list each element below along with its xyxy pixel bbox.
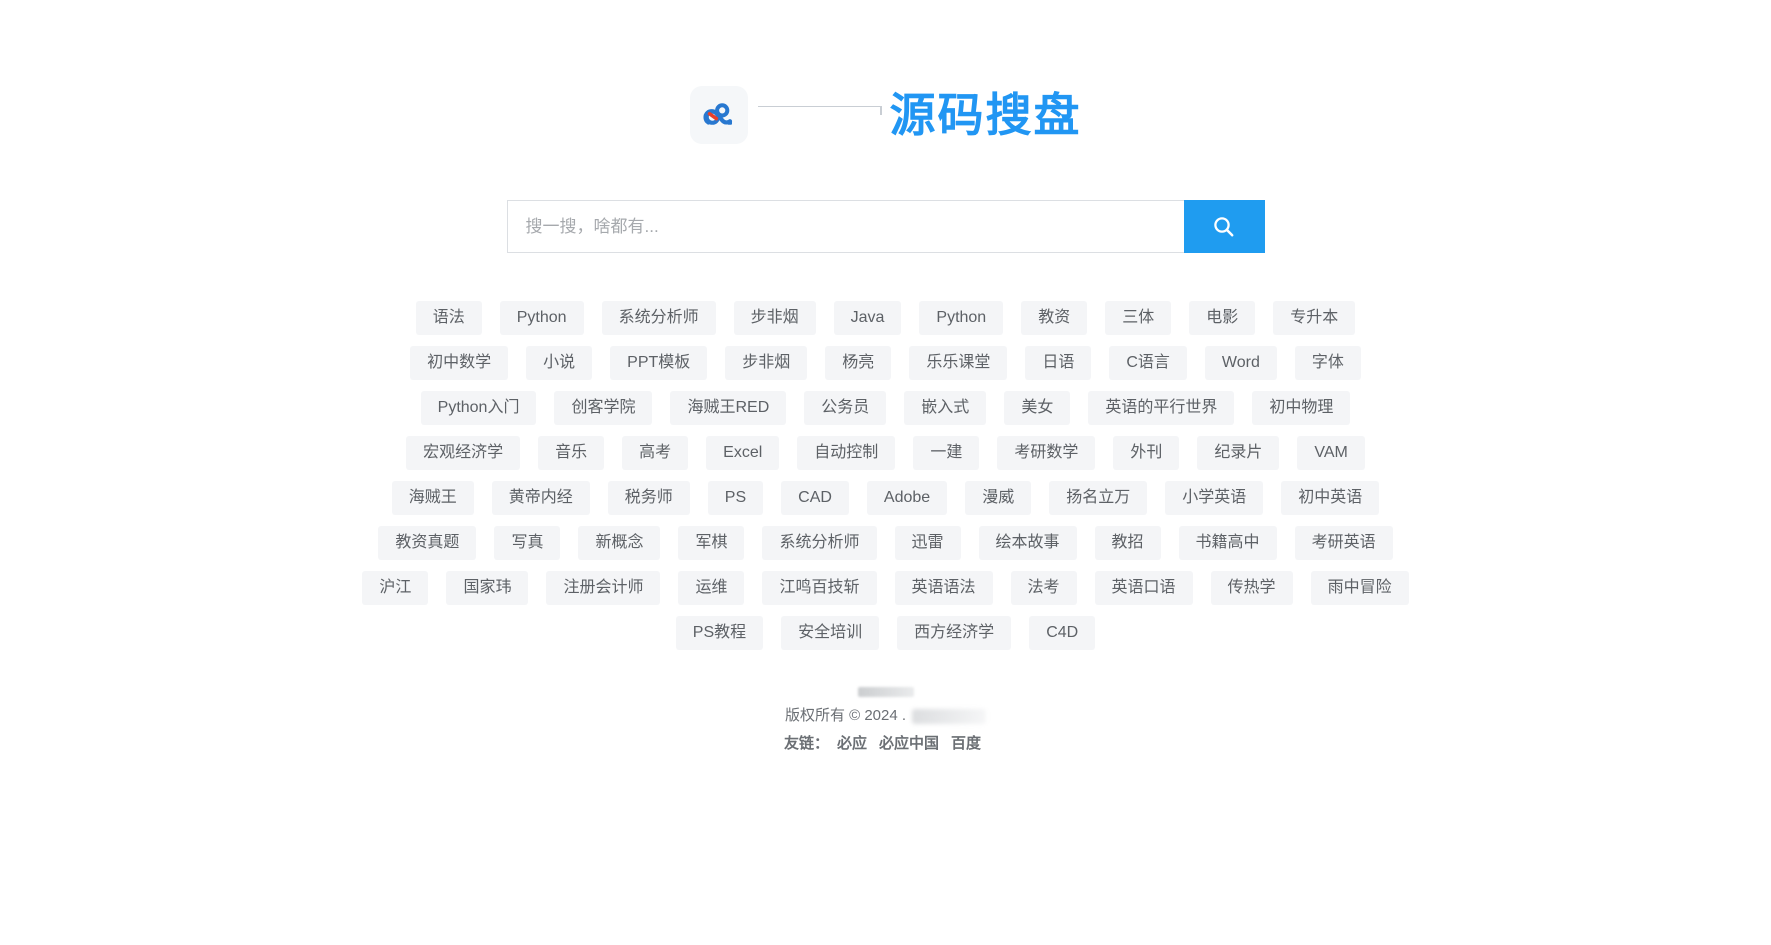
page-footer: 版权所有 © 2024 . 友链： 必应 必应中国 百度: [784, 687, 987, 757]
keyword-tag[interactable]: 日语: [1025, 346, 1092, 380]
keyword-tag[interactable]: 考研英语: [1294, 526, 1393, 560]
keyword-tag[interactable]: 自动控制: [797, 436, 896, 470]
keyword-tag[interactable]: 税务师: [607, 481, 690, 515]
keyword-tag[interactable]: Adobe: [866, 481, 948, 515]
footer-copyright: 版权所有 © 2024 .: [784, 703, 987, 729]
keyword-tag[interactable]: C4D: [1029, 616, 1096, 650]
tag-row: 沪江 国家玮 注册会计师 运维 江鸣百技斩 英语语法 法考 英语口语 传热学 雨中冒险: [353, 571, 1417, 605]
keyword-tag[interactable]: 海贼王RED: [670, 391, 787, 425]
keyword-tag[interactable]: VAM: [1297, 436, 1365, 470]
keyword-tag[interactable]: 绘本故事: [978, 526, 1077, 560]
keyword-tag[interactable]: 系统分析师: [762, 526, 877, 560]
keyword-tag[interactable]: 英语的平行世界: [1088, 391, 1235, 425]
keyword-tag[interactable]: 运维: [678, 571, 745, 605]
keyword-tag[interactable]: Excel: [706, 436, 780, 470]
keyword-tag[interactable]: 小学英语: [1165, 481, 1264, 515]
keyword-tag[interactable]: 初中物理: [1252, 391, 1351, 425]
keyword-tag[interactable]: 高考: [622, 436, 689, 470]
keyword-tag[interactable]: 漫威: [965, 481, 1032, 515]
keyword-tag[interactable]: 三体: [1105, 301, 1172, 335]
keyword-tag[interactable]: PS教程: [675, 616, 764, 650]
keyword-tag[interactable]: 教招: [1094, 526, 1161, 560]
search-input[interactable]: [506, 200, 1184, 253]
keyword-tag[interactable]: 考研数学: [997, 436, 1096, 470]
page-title: 源码搜盘: [889, 88, 1082, 142]
keyword-tag[interactable]: Python入门: [420, 391, 537, 425]
keyword-tag[interactable]: 专升本: [1273, 301, 1356, 335]
keyword-tag[interactable]: 语法: [415, 301, 482, 335]
tag-row: 教资真题 写真 新概念 军棋 系统分析师 迅雷 绘本故事 教招 书籍高中 考研英语: [369, 526, 1401, 560]
footer-links-label: 友链：: [783, 735, 829, 752]
keyword-tag[interactable]: 西方经济学: [897, 616, 1012, 650]
keyword-tag[interactable]: 注册会计师: [546, 571, 661, 605]
keyword-tag[interactable]: Python: [919, 301, 1004, 335]
tag-row: 宏观经济学 音乐 高考 Excel 自动控制 一建 考研数学 外刊 纪录片 VAM: [397, 436, 1374, 470]
tag-row: PS教程 安全培训 西方经济学 C4D: [667, 616, 1104, 650]
footer-link[interactable]: 必应中国: [879, 731, 939, 757]
keyword-tag[interactable]: 传热学: [1210, 571, 1293, 605]
keyword-tag[interactable]: 英语口语: [1094, 571, 1193, 605]
tag-row: 语法 Python 系统分析师 步非烟 Java Python 教资 三体 电影 专升本: [407, 301, 1365, 335]
search-button[interactable]: [1183, 200, 1265, 253]
keyword-tag[interactable]: 写真: [494, 526, 561, 560]
keyword-tag[interactable]: 电影: [1189, 301, 1256, 335]
keyword-tag[interactable]: 教资真题: [378, 526, 477, 560]
keyword-tag[interactable]: 乐乐课堂: [909, 346, 1008, 380]
tag-row: Python入门 创客学院 海贼王RED 公务员 嵌入式 美女 英语的平行世界 初中物理: [412, 391, 1360, 425]
footer-redacted-mark: [857, 687, 914, 697]
keyword-tag[interactable]: 雨中冒险: [1310, 571, 1409, 605]
keyword-tag[interactable]: 美女: [1004, 391, 1071, 425]
keyword-tag[interactable]: 系统分析师: [601, 301, 716, 335]
tag-row: 海贼王 黄帝内经 税务师 PS CAD Adobe 漫威 扬名立万 小学英语 初中英语: [383, 481, 1389, 515]
keyword-tag[interactable]: 纪录片: [1197, 436, 1280, 470]
keyword-tag[interactable]: 创客学院: [554, 391, 653, 425]
keyword-tag[interactable]: 公务员: [804, 391, 887, 425]
keyword-tag[interactable]: 迅雷: [894, 526, 961, 560]
keyword-tag[interactable]: C语言: [1109, 346, 1187, 380]
keyword-tag[interactable]: PPT模板: [610, 346, 708, 380]
hot-keyword-tag-cloud: 语法 Python 系统分析师 步非烟 Java Python 教资 三体 电影 专升本 初中数学小…: [296, 301, 1476, 661]
keyword-tag[interactable]: 黄帝内经: [491, 481, 590, 515]
keyword-tag[interactable]: 音乐: [538, 436, 605, 470]
keyword-tag[interactable]: PS: [707, 481, 764, 515]
keyword-tag[interactable]: 宏观经济学: [406, 436, 521, 470]
keyword-tag[interactable]: 国家玮: [446, 571, 529, 605]
keyword-tag[interactable]: Python: [499, 301, 584, 335]
keyword-tag[interactable]: 江鸣百技斩: [762, 571, 877, 605]
footer-copyright-text: 版权所有 © 2024 .: [784, 707, 907, 724]
footer-link[interactable]: 必应: [837, 731, 867, 757]
keyword-tag[interactable]: 嵌入式: [904, 391, 987, 425]
keyword-tag[interactable]: 扬名立万: [1049, 481, 1148, 515]
keyword-tag[interactable]: 新概念: [578, 526, 661, 560]
keyword-tag[interactable]: 小说: [526, 346, 593, 380]
keyword-tag[interactable]: 法考: [1010, 571, 1077, 605]
keyword-tag[interactable]: 军棋: [678, 526, 745, 560]
brand-divider-line: [757, 105, 882, 115]
keyword-tag[interactable]: Word: [1204, 346, 1277, 380]
keyword-tag[interactable]: 字体: [1294, 346, 1361, 380]
keyword-tag[interactable]: 步非烟: [733, 301, 816, 335]
keyword-tag[interactable]: 步非烟: [725, 346, 808, 380]
keyword-tag[interactable]: CAD: [781, 481, 849, 515]
keyword-tag[interactable]: 初中英语: [1281, 481, 1380, 515]
search-bar: [506, 200, 1265, 253]
tag-row: 初中数学 小说 PPT模板 步非烟 杨亮 乐乐课堂 日语 C语言 Word 字体: [401, 346, 1370, 380]
keyword-tag[interactable]: 书籍高中: [1178, 526, 1277, 560]
keyword-tag[interactable]: 外刊: [1113, 436, 1180, 470]
footer-redacted-site-name: [912, 708, 987, 724]
keyword-tag[interactable]: Java: [833, 301, 902, 335]
keyword-tag[interactable]: 英语语法: [894, 571, 993, 605]
keyword-tag[interactable]: 初中数学: [410, 346, 509, 380]
search-icon: [1211, 214, 1237, 240]
brand-header: 源码搜盘: [689, 84, 1082, 146]
keyword-tag[interactable]: 海贼王: [391, 481, 474, 515]
keyword-tag[interactable]: 安全培训: [781, 616, 880, 650]
keyword-tag[interactable]: 一建: [913, 436, 980, 470]
keyword-tag[interactable]: 杨亮: [825, 346, 892, 380]
baidu-cloud-logo-icon: [689, 86, 748, 144]
footer-friend-links: 友链： 必应 必应中国 百度: [784, 731, 987, 757]
keyword-tag[interactable]: 教资: [1021, 301, 1088, 335]
keyword-tag[interactable]: 沪江: [362, 571, 429, 605]
footer-link[interactable]: 百度: [951, 731, 981, 757]
